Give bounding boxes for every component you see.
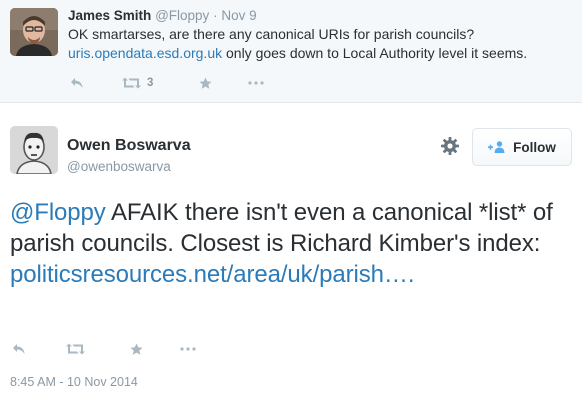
tweet-link[interactable]: uris.opendata.esd.org.uk xyxy=(68,45,222,61)
tweet-text-rest: only goes down to Local Authority level … xyxy=(222,45,528,61)
settings-button[interactable] xyxy=(440,136,460,156)
gear-icon xyxy=(440,137,460,160)
tweet-timestamp[interactable]: 8:45 AM - 10 Nov 2014 xyxy=(10,374,138,390)
retweet-icon xyxy=(122,77,141,89)
reply-icon xyxy=(12,343,26,355)
separator: · xyxy=(213,8,218,23)
parent-tweet[interactable]: James Smith @Floppy · Nov 9 OK smartarse… xyxy=(0,0,582,103)
favorite-button[interactable] xyxy=(130,340,143,358)
tweet-text-line: OK smartarses, are there any canonical U… xyxy=(68,26,475,42)
parent-tweet-text: OK smartarses, are there any canonical U… xyxy=(68,25,573,63)
tweet-link[interactable]: politicsresources.net/area/uk/parish…. xyxy=(10,261,414,288)
author-handle[interactable]: @owenboswarva xyxy=(67,158,171,175)
star-icon xyxy=(130,343,143,356)
parent-tweet-header: James Smith @Floppy · Nov 9 xyxy=(68,7,257,24)
retweet-icon xyxy=(66,343,85,355)
retweet-button[interactable] xyxy=(66,340,85,358)
follow-label: Follow xyxy=(513,139,556,155)
main-tweet-actions xyxy=(10,340,270,358)
parent-tweet-actions: 3 xyxy=(68,74,328,92)
avatar[interactable] xyxy=(10,8,58,56)
favorite-button[interactable] xyxy=(199,74,212,92)
follow-person-icon xyxy=(488,141,506,153)
tweet-permalink: James Smith @Floppy · Nov 9 OK smartarse… xyxy=(0,0,582,413)
reply-icon xyxy=(70,77,84,89)
more-icon xyxy=(248,81,264,85)
author-name[interactable]: James Smith xyxy=(68,8,151,23)
author-handle[interactable]: @Floppy xyxy=(155,8,209,23)
more-icon xyxy=(180,347,196,351)
follow-button[interactable]: Follow xyxy=(472,128,572,166)
tweet-date[interactable]: Nov 9 xyxy=(221,8,256,23)
more-button[interactable] xyxy=(248,74,264,92)
star-icon xyxy=(199,77,212,90)
retweet-count: 3 xyxy=(147,77,154,89)
reply-button[interactable] xyxy=(70,74,84,92)
reply-button[interactable] xyxy=(12,340,26,358)
avatar[interactable] xyxy=(10,126,58,174)
retweet-button[interactable]: 3 xyxy=(122,74,153,92)
more-button[interactable] xyxy=(180,340,196,358)
mention-link[interactable]: @Floppy xyxy=(10,199,106,226)
author-name[interactable]: Owen Boswarva xyxy=(67,136,191,156)
main-tweet-text: @Floppy AFAIK there isn't even a canonic… xyxy=(10,197,575,290)
